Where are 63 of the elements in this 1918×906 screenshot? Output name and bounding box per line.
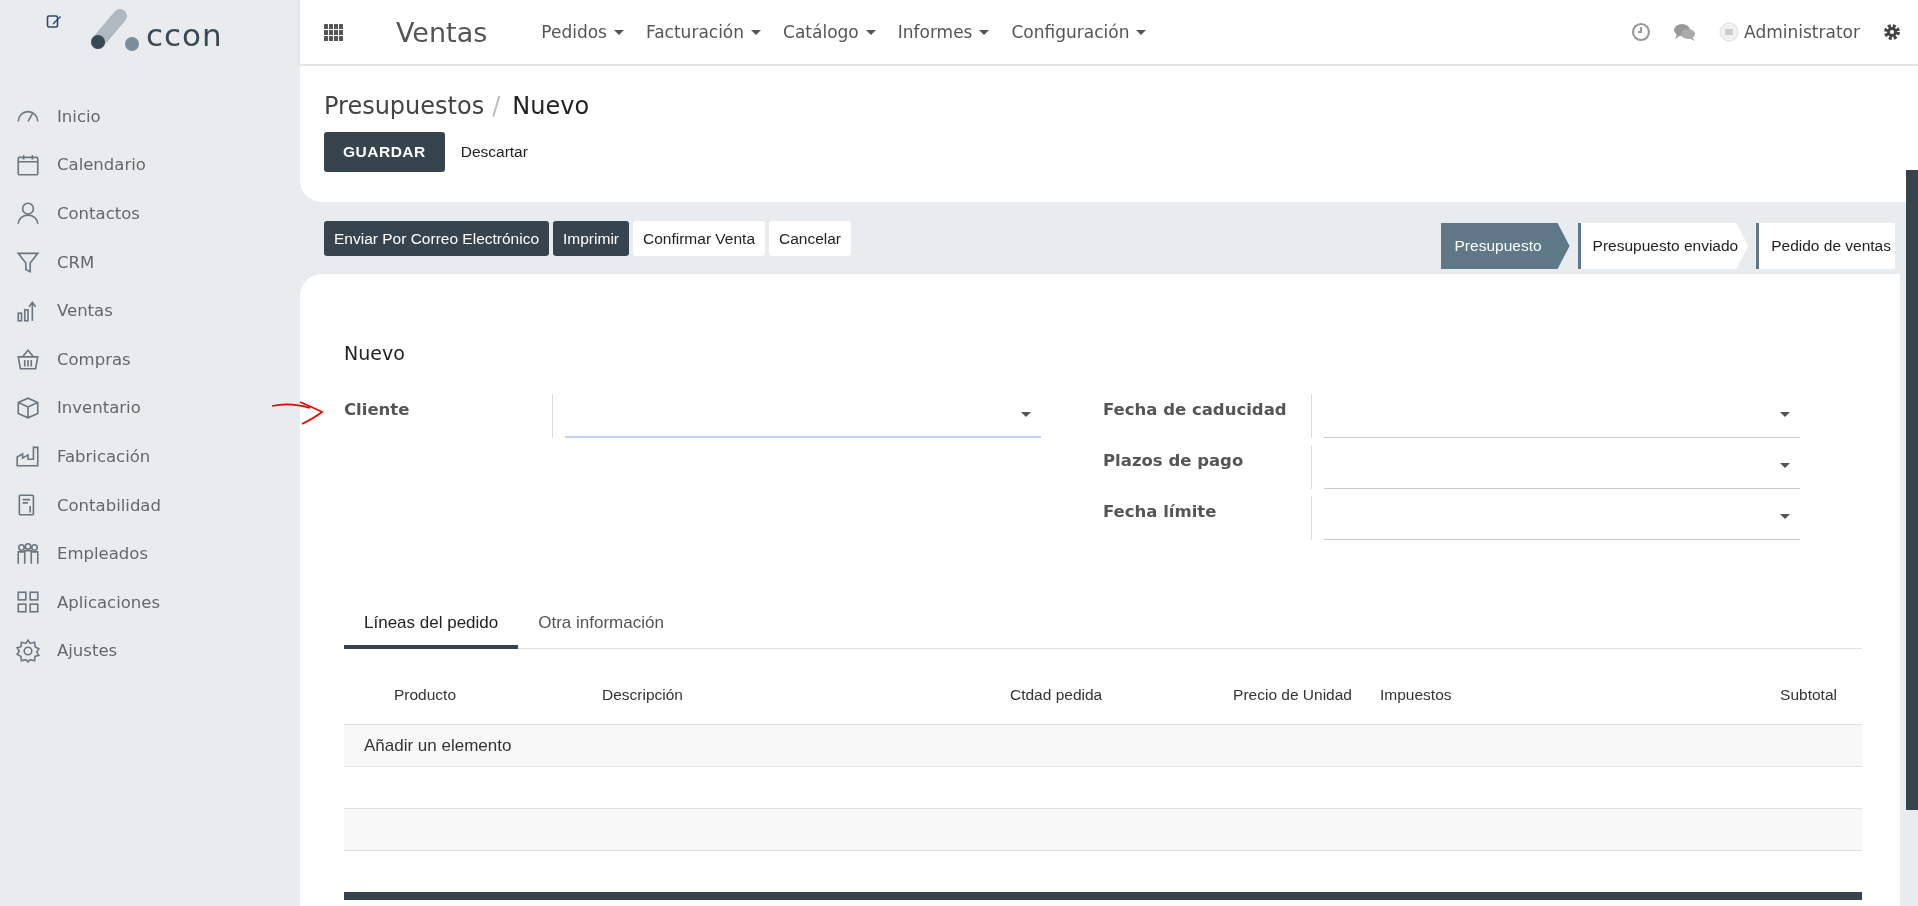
- breadcrumb-link[interactable]: Presupuestos: [324, 92, 485, 120]
- annotation-arrow: [270, 398, 326, 428]
- scrollbar[interactable]: [1906, 170, 1918, 810]
- sidebar-item[interactable]: Inventario: [0, 383, 300, 433]
- logo-text: ccon: [146, 17, 223, 53]
- sidebar-item[interactable]: Ventas: [0, 286, 300, 335]
- app-title: Ventas: [396, 16, 488, 48]
- sidebar-item[interactable]: Empleados: [0, 529, 300, 578]
- save-button[interactable]: GUARDAR: [324, 132, 445, 172]
- action-button[interactable]: Cancelar: [769, 221, 852, 256]
- action-button[interactable]: Confirmar Venta: [633, 221, 765, 256]
- menu-dropdown[interactable]: Catálogo: [783, 22, 876, 42]
- sidebar-item[interactable]: Aplicaciones: [0, 577, 300, 627]
- column-header[interactable]: Ctdad pedida: [1010, 685, 1180, 704]
- dropdown-field[interactable]: [1311, 394, 1800, 438]
- tab[interactable]: Líneas del pedido: [344, 603, 519, 649]
- tab[interactable]: Otra información: [518, 603, 684, 648]
- breadcrumb-current: Nuevo: [512, 92, 590, 120]
- logo-mark-icon: [90, 8, 142, 52]
- apps-grid-icon[interactable]: [324, 23, 344, 41]
- action-button[interactable]: Enviar Por Correo Electrónico: [324, 221, 550, 256]
- sidebar-item[interactable]: Compras: [0, 334, 300, 384]
- avatar-icon: [1719, 22, 1740, 42]
- column-header[interactable]: Descripción: [602, 685, 1010, 704]
- status-step[interactable]: Pedido de ventas: [1756, 223, 1895, 269]
- field-label: Fecha límite: [1103, 501, 1218, 523]
- column-header[interactable]: Impuestos: [1380, 685, 1580, 704]
- breadcrumb-separator: /: [492, 92, 501, 120]
- clock-icon[interactable]: [1631, 22, 1652, 42]
- sidebar-item[interactable]: Ajustes: [0, 626, 300, 676]
- sidebar-item[interactable]: Contabilidad: [0, 480, 300, 530]
- grid-icon: [15, 589, 41, 616]
- sidebar-item[interactable]: Calendario: [0, 140, 300, 190]
- sidebar-item[interactable]: Inicio: [0, 92, 300, 141]
- status-step[interactable]: Presupuesto: [1440, 223, 1570, 269]
- gear-icon: [15, 637, 41, 664]
- column-header[interactable]: Precio de Unidad: [1180, 685, 1380, 704]
- edit-icon[interactable]: [46, 13, 62, 29]
- sidebar-item[interactable]: CRM: [0, 237, 300, 287]
- form-title: Nuevo: [344, 342, 406, 364]
- add-line-link[interactable]: Añadir un elemento: [364, 735, 512, 756]
- menu-dropdown[interactable]: Pedidos: [541, 22, 624, 42]
- dropdown-field[interactable]: [1311, 445, 1800, 489]
- sidebar-item[interactable]: Fabricación: [0, 432, 300, 481]
- field-label: Cliente: [344, 399, 411, 421]
- menu-dropdown[interactable]: Facturación: [645, 22, 762, 42]
- field-label: Fecha de caducidad: [1103, 399, 1288, 421]
- user-name[interactable]: Administrator: [1744, 22, 1860, 42]
- settings-icon[interactable]: [1882, 22, 1902, 42]
- field-label: Plazos de pago: [1103, 450, 1245, 472]
- people-icon: [15, 540, 41, 567]
- menu-dropdown[interactable]: Informes: [897, 22, 990, 42]
- column-header[interactable]: Producto: [394, 685, 602, 704]
- dropdown-field[interactable]: [1311, 496, 1800, 540]
- sidebar-item[interactable]: Contactos: [0, 189, 300, 238]
- menu-dropdown[interactable]: Configuración: [1011, 22, 1147, 42]
- chat-icon[interactable]: [1673, 22, 1698, 42]
- action-button[interactable]: Imprimir: [553, 221, 629, 256]
- column-header[interactable]: Subtotal: [1580, 685, 1862, 704]
- person-icon: [15, 200, 41, 227]
- dropdown-field[interactable]: [552, 394, 1041, 438]
- status-step[interactable]: Presupuesto enviado: [1577, 223, 1749, 269]
- discard-button[interactable]: Descartar: [460, 143, 528, 161]
